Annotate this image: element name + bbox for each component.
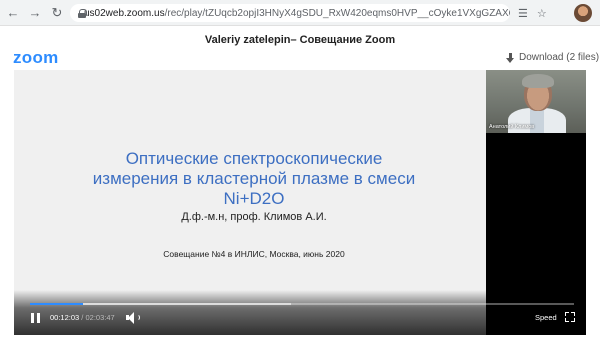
profile-avatar[interactable] [574,4,592,22]
download-label: Download (2 files) [519,52,600,63]
zoom-logo[interactable]: zoom [13,48,59,68]
address-bar[interactable]: us02web.zoom.us/rec/play/tZUqcb2opjI3HNy… [70,4,510,22]
participant-name: Анатолий Климов [489,124,535,130]
participant-hair [522,74,554,88]
slide-author: Д.ф.-м.н, проф. Климов А.И. [181,211,327,223]
forward-icon[interactable]: → [26,4,44,22]
speed-button[interactable]: Speed [535,313,557,322]
duration: 02:03:47 [85,313,115,322]
download-button[interactable]: Download (2 files) [506,52,599,63]
time-separator: / [81,313,84,322]
video-player[interactable]: Оптические спектроскопические измерения … [14,70,586,335]
slide-title: Оптические спектроскопические измерения … [54,149,454,209]
download-icon [506,52,515,63]
back-icon[interactable]: ← [4,4,22,22]
seek-bar[interactable] [30,303,574,305]
slide-title-line-2: измерения в кластерной плазме в смеси [92,169,416,188]
time-display: 00:12:03 / 02:03:47 [50,313,115,322]
star-icon[interactable]: ☆ [537,7,547,20]
fullscreen-icon[interactable] [565,312,575,322]
slide-title-line-3: Ni+D2O [223,189,285,208]
pause-button[interactable] [29,312,41,324]
slide-meeting: Совещание №4 в ИНЛИС, Москва, июнь 2020 [163,249,345,259]
translate-icon[interactable]: ☰ [518,7,528,20]
page-title: Valeriy zatelepin– Совещание Zoom [204,34,396,46]
progress-bar [30,303,83,305]
url-host: us02web.zoom.us [84,7,165,19]
reload-icon[interactable]: ↻ [48,4,66,22]
slide-title-line-1: Оптические спектроскопические [125,149,383,168]
current-time: 00:12:03 [50,313,80,322]
url-path: /rec/play/tZUqcb2opjI3HNyX4gSDU_RxW420eq… [164,7,510,19]
browser-actions: ☰ ☆ [518,4,547,22]
participant-video: Анатолий Климов [486,70,586,133]
volume-icon[interactable] [125,311,141,325]
